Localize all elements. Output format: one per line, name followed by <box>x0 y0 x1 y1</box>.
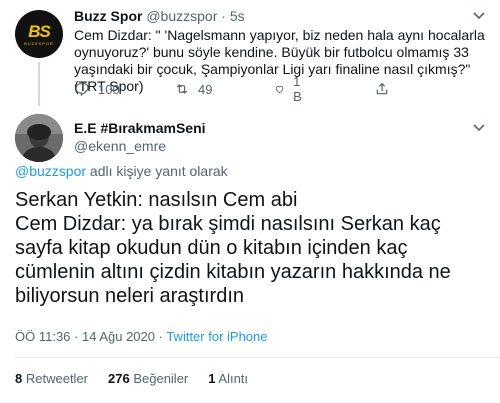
avatar-logo-subtext: BUZZSPOR <box>24 40 54 46</box>
reply-count: 100 <box>98 81 120 97</box>
reply-mention-link[interactable]: @buzzspor <box>15 163 86 179</box>
likes-count: 276 <box>108 371 130 386</box>
separator-dot: · <box>221 8 226 24</box>
quotes-stat[interactable]: 1 Alıntı <box>208 371 248 386</box>
avatar-photo <box>15 114 63 162</box>
quotes-count: 1 <box>208 371 216 386</box>
thread-line <box>38 62 40 106</box>
tweet-stats: 8 Retweetler 276 Beğeniler 1 Alıntı <box>15 371 268 386</box>
retweets-stat[interactable]: 8 Retweetler <box>15 371 88 386</box>
tweet-text-line: Cem Dizdar: ya bırak şimdi nasılsını Ser… <box>15 213 451 307</box>
reply-icon <box>75 83 89 97</box>
main-tweet-header: E.E #BırakmamSeni @ekenn_emre <box>0 106 500 166</box>
author-name[interactable]: E.E #BırakmamSeni <box>74 120 206 136</box>
chevron-down-icon[interactable] <box>472 122 486 134</box>
avatar[interactable] <box>15 114 63 162</box>
divider <box>15 357 500 358</box>
retweets-label: Retweetler <box>25 371 88 386</box>
author-handle[interactable]: @ekenn_emre <box>74 138 166 154</box>
quotes-label: Alıntı <box>218 371 249 386</box>
likes-stat[interactable]: 276 Beğeniler <box>108 371 188 386</box>
retweet-count: 49 <box>198 81 213 97</box>
share-button[interactable] <box>374 81 398 97</box>
retweet-icon <box>176 84 188 94</box>
author-name[interactable]: Buzz Spor <box>74 8 142 24</box>
like-count: 1 B <box>293 74 302 104</box>
tweet-meta: ÖÖ 11:36 · 14 Ağu 2020 · Twitter for iPh… <box>15 329 267 344</box>
avatar-logo-text: BS <box>28 21 51 41</box>
reply-context-label: adlı kişiye yanıt olarak <box>86 163 228 179</box>
avatar[interactable]: BS BUZZSPOR <box>15 10 63 58</box>
share-icon <box>376 82 388 95</box>
source-link[interactable]: Twitter for iPhone <box>166 329 267 344</box>
tweet-time[interactable]: 5s <box>230 8 245 24</box>
author-handle[interactable]: @buzzspor <box>146 8 217 24</box>
retweets-count: 8 <box>15 371 23 386</box>
date-separator: · <box>70 329 82 344</box>
chevron-down-icon[interactable] <box>472 10 486 22</box>
date-separator: · <box>155 329 167 344</box>
tweet-date[interactable]: 14 Ağu 2020 <box>82 329 155 344</box>
retweet-button[interactable]: 49 <box>174 81 212 97</box>
like-icon <box>275 85 284 94</box>
tweet-time[interactable]: ÖÖ 11:36 <box>15 329 70 344</box>
tweet-text: Serkan Yetkin: nasılsın Cem abi Cem Dizd… <box>15 188 493 308</box>
parent-tweet[interactable]: BS BUZZSPOR Buzz Spor @buzzspor · 5s Cem… <box>0 0 500 106</box>
tweet-text-line: Serkan Yetkin: nasılsın Cem abi <box>15 189 298 211</box>
reply-button[interactable]: 100 <box>74 81 120 97</box>
like-button[interactable]: 1 B <box>274 74 307 104</box>
tweet-header: Buzz Spor @buzzspor · 5s <box>74 8 245 24</box>
reply-context: @buzzspor adlı kişiye yanıt olarak <box>15 163 228 179</box>
likes-label: Beğeniler <box>133 371 189 386</box>
